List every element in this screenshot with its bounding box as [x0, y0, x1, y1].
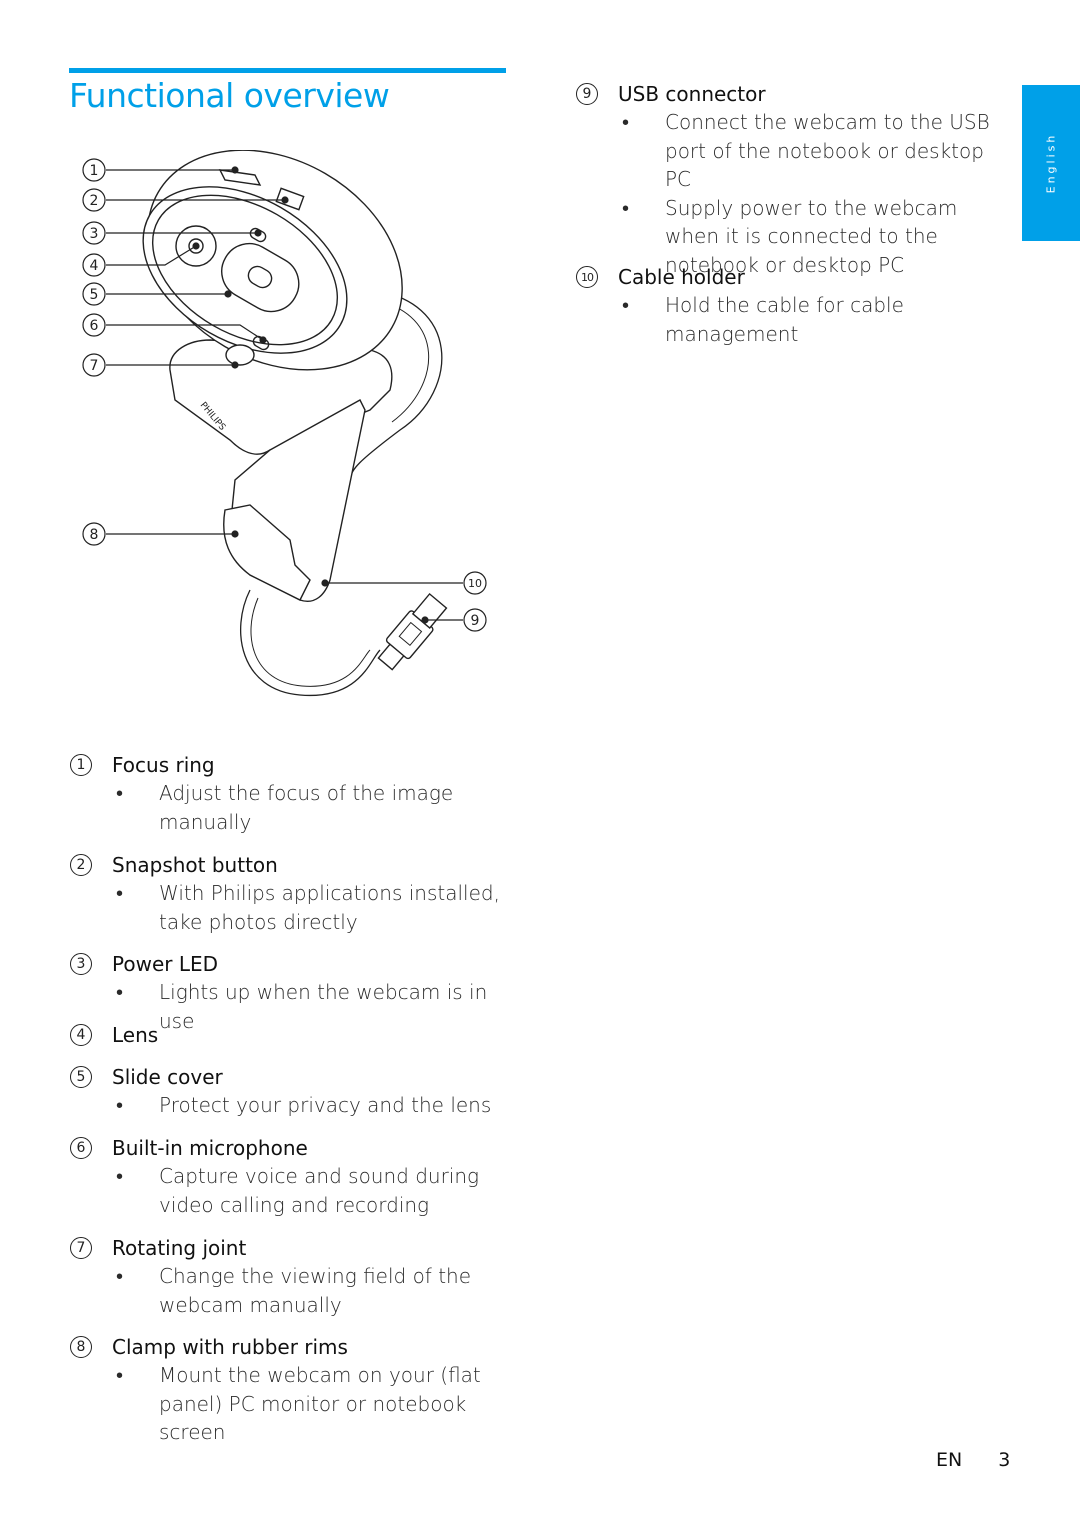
callout-10: 10 — [463, 571, 487, 595]
callout-6: 6 — [82, 313, 106, 337]
item-lens: 4 Lens — [70, 1021, 510, 1049]
item-label: Snapshot button — [112, 853, 278, 877]
item-focus-ring: 1 Focus ring • Adjust the focus of the ima… — [70, 751, 510, 836]
svg-text:2: 2 — [90, 193, 99, 209]
callout-9: 9 — [463, 608, 487, 632]
webcam-diagram: PHILIPS 1 2 3 4 5 6 7 8 10 9 — [82, 150, 487, 696]
page-number: 3 — [998, 1449, 1011, 1471]
item-number: 10 — [576, 266, 598, 288]
item-description: With Philips applications installed, tak… — [159, 881, 500, 934]
callout-8: 8 — [82, 522, 106, 546]
svg-text:7: 7 — [90, 358, 99, 374]
item-description: Hold the cable for cable management — [665, 293, 904, 346]
item-description: Capture voice and sound during video cal… — [159, 1164, 480, 1217]
bullet-icon: • — [116, 1363, 124, 1387]
item-rotating-joint: 7 Rotating joint • Change the viewing fiel… — [70, 1234, 510, 1319]
item-clamp: 8 Clamp with rubber rims • Mount the webca… — [70, 1333, 510, 1447]
usb-plug — [377, 592, 448, 671]
item-label: Focus ring — [112, 753, 215, 777]
bullet-icon: • — [116, 1164, 124, 1188]
callout-2: 2 — [82, 188, 106, 212]
item-description: Mount the webcam on your (flat panel) PC… — [159, 1363, 481, 1444]
item-label: Lens — [112, 1023, 159, 1047]
language-tab: English — [1022, 85, 1080, 241]
item-label: Power LED — [112, 952, 219, 976]
callout-5: 5 — [82, 282, 106, 306]
item-number: 1 — [70, 754, 92, 776]
svg-text:6: 6 — [90, 318, 99, 334]
item-description: Connect the webcam to the USB port of th… — [665, 110, 990, 191]
item-label: Clamp with rubber rims — [112, 1335, 348, 1359]
item-label: Built-in microphone — [112, 1136, 308, 1160]
item-number: 3 — [70, 953, 92, 975]
bullet-icon: • — [116, 881, 124, 905]
svg-text:4: 4 — [90, 258, 99, 274]
item-usb-connector: 9 USB connector • Connect the webcam to th… — [576, 80, 1016, 279]
item-label: Cable holder — [618, 265, 745, 289]
svg-text:8: 8 — [90, 527, 99, 543]
callout-7: 7 — [82, 353, 106, 377]
bullet-icon: • — [116, 781, 124, 805]
svg-text:1: 1 — [90, 163, 99, 179]
item-label: Rotating joint — [112, 1236, 247, 1260]
item-description: Change the viewing field of the webcam m… — [159, 1264, 472, 1317]
item-number: 4 — [70, 1024, 92, 1046]
item-built-in-microphone: 6 Built-in microphone • Capture voice and … — [70, 1134, 510, 1219]
page-title: Functional overview — [69, 76, 390, 115]
item-number: 5 — [70, 1066, 92, 1088]
bullet-icon: • — [622, 110, 630, 134]
footer-language: EN — [936, 1449, 963, 1471]
item-cable-holder: 10 Cable holder • Hold the cable for cable… — [576, 263, 1016, 348]
callout-3: 3 — [82, 221, 106, 245]
language-tab-label: English — [1044, 132, 1058, 194]
item-snapshot-button: 2 Snapshot button • With Philips applicati… — [70, 851, 510, 936]
svg-text:9: 9 — [471, 613, 480, 629]
bullet-icon: • — [116, 1264, 124, 1288]
page-footer: EN 3 — [936, 1449, 1010, 1471]
bullet-icon: • — [116, 1093, 124, 1117]
item-label: USB connector — [618, 82, 766, 106]
svg-text:3: 3 — [90, 226, 99, 242]
item-number: 2 — [70, 854, 92, 876]
svg-text:5: 5 — [90, 287, 99, 303]
svg-text:10: 10 — [468, 577, 482, 590]
title-rule — [69, 68, 506, 73]
callout-1: 1 — [82, 158, 106, 182]
item-number: 6 — [70, 1137, 92, 1159]
item-number: 9 — [576, 83, 598, 105]
item-number: 7 — [70, 1237, 92, 1259]
item-number: 8 — [70, 1336, 92, 1358]
item-description: Adjust the focus of the image manually — [159, 781, 454, 834]
bullet-icon: • — [622, 293, 630, 317]
item-description: Protect your privacy and the lens — [159, 1093, 492, 1117]
callout-4: 4 — [82, 253, 106, 277]
item-label: Slide cover — [112, 1065, 223, 1089]
item-slide-cover: 5 Slide cover • Protect your privacy and t… — [70, 1063, 510, 1120]
